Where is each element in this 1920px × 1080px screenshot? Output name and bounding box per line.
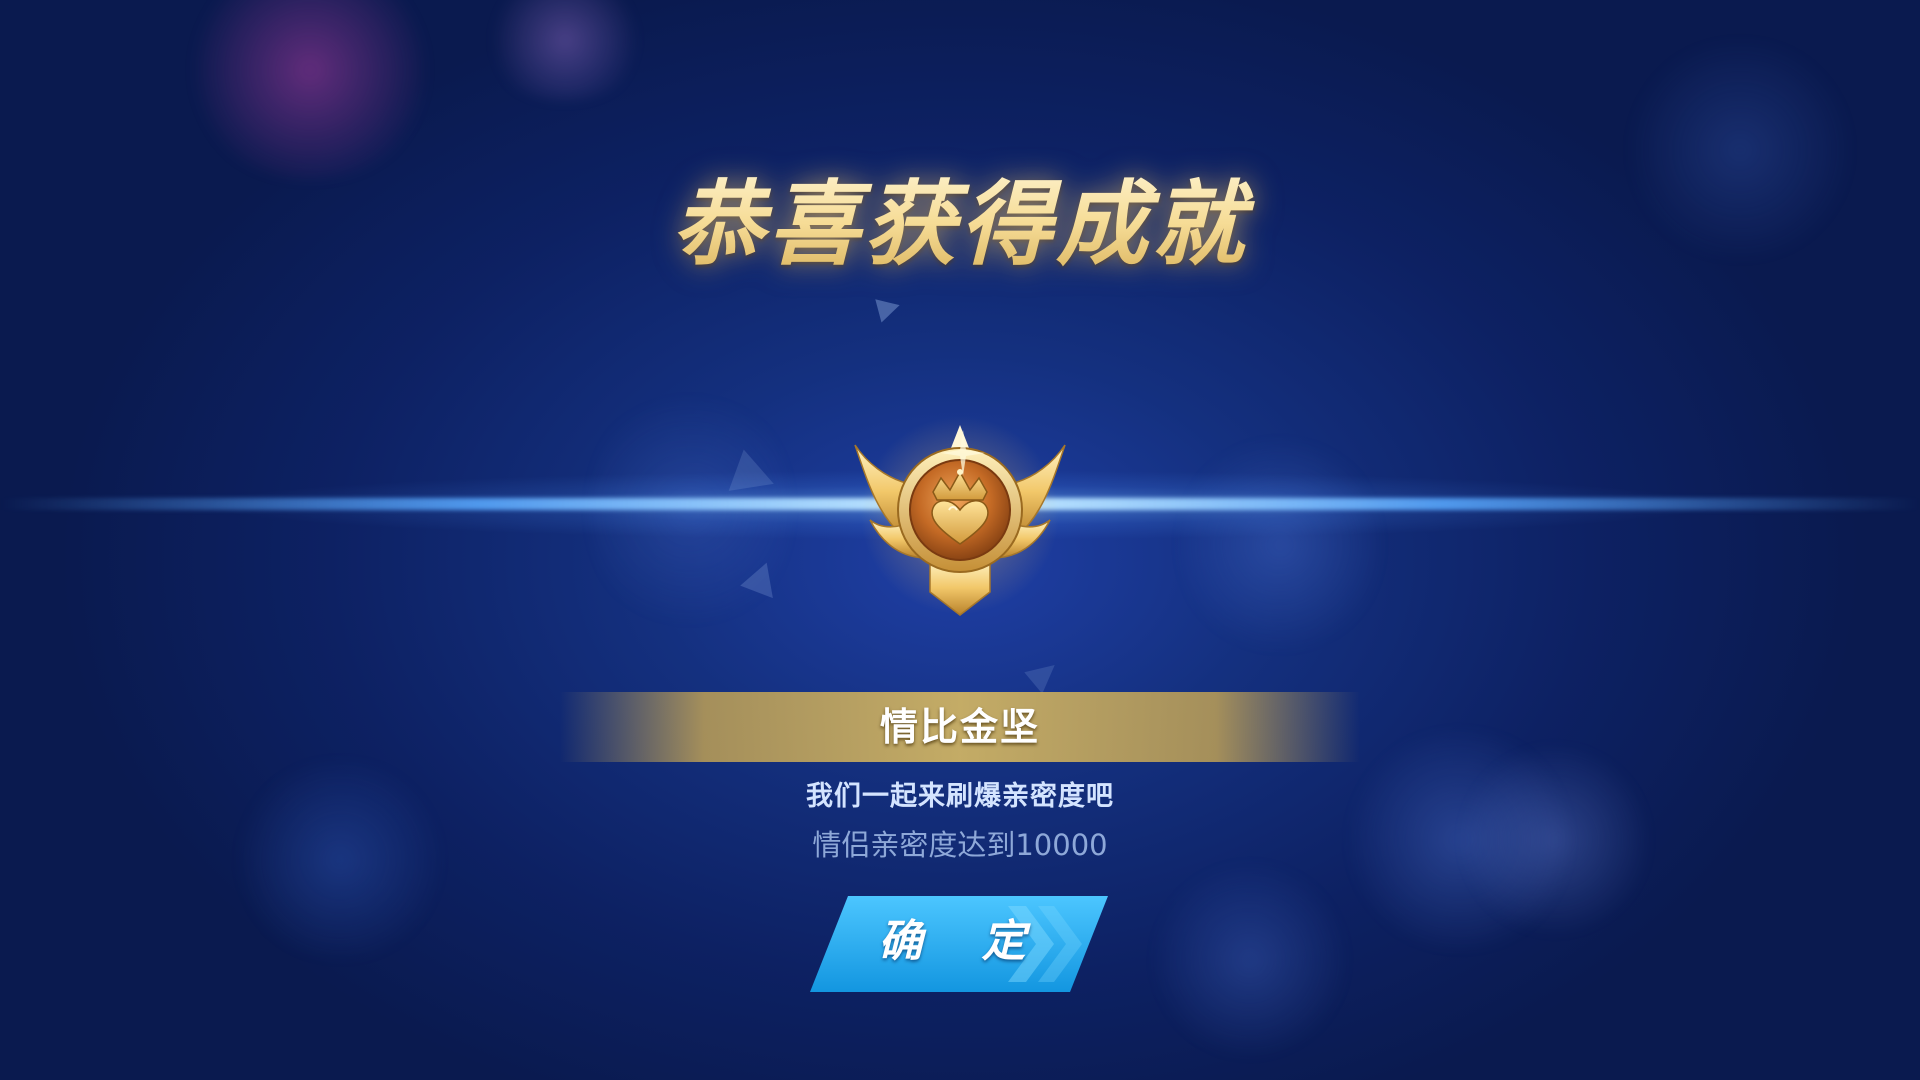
floating-triangle (1024, 654, 1064, 694)
bokeh-light (1180, 430, 1380, 660)
floating-triangle (737, 562, 773, 604)
achievement-description: 我们一起来刷爆亲密度吧 (806, 781, 1114, 812)
gold-heart-crown-badge-icon (845, 420, 1075, 620)
bokeh-light (480, 0, 650, 100)
achievement-name-banner: 情比金坚 (560, 692, 1360, 762)
confirm-button[interactable]: 确 定 (808, 892, 1108, 992)
confirm-button-label: 确 定 (878, 916, 1048, 967)
achievement-popup-screen: 恭喜获得成就 情比金坚 我们一起来刷爆亲密度吧 情侣亲密度达到10000 确 定 (0, 0, 1920, 1080)
page-title: 恭喜获得成就 (0, 150, 1920, 283)
achievement-condition: 情侣亲密度达到10000 (812, 828, 1108, 862)
floating-triangle (875, 293, 903, 323)
bokeh-light (1150, 860, 1350, 1060)
achievement-name: 情比金坚 (879, 705, 1040, 749)
